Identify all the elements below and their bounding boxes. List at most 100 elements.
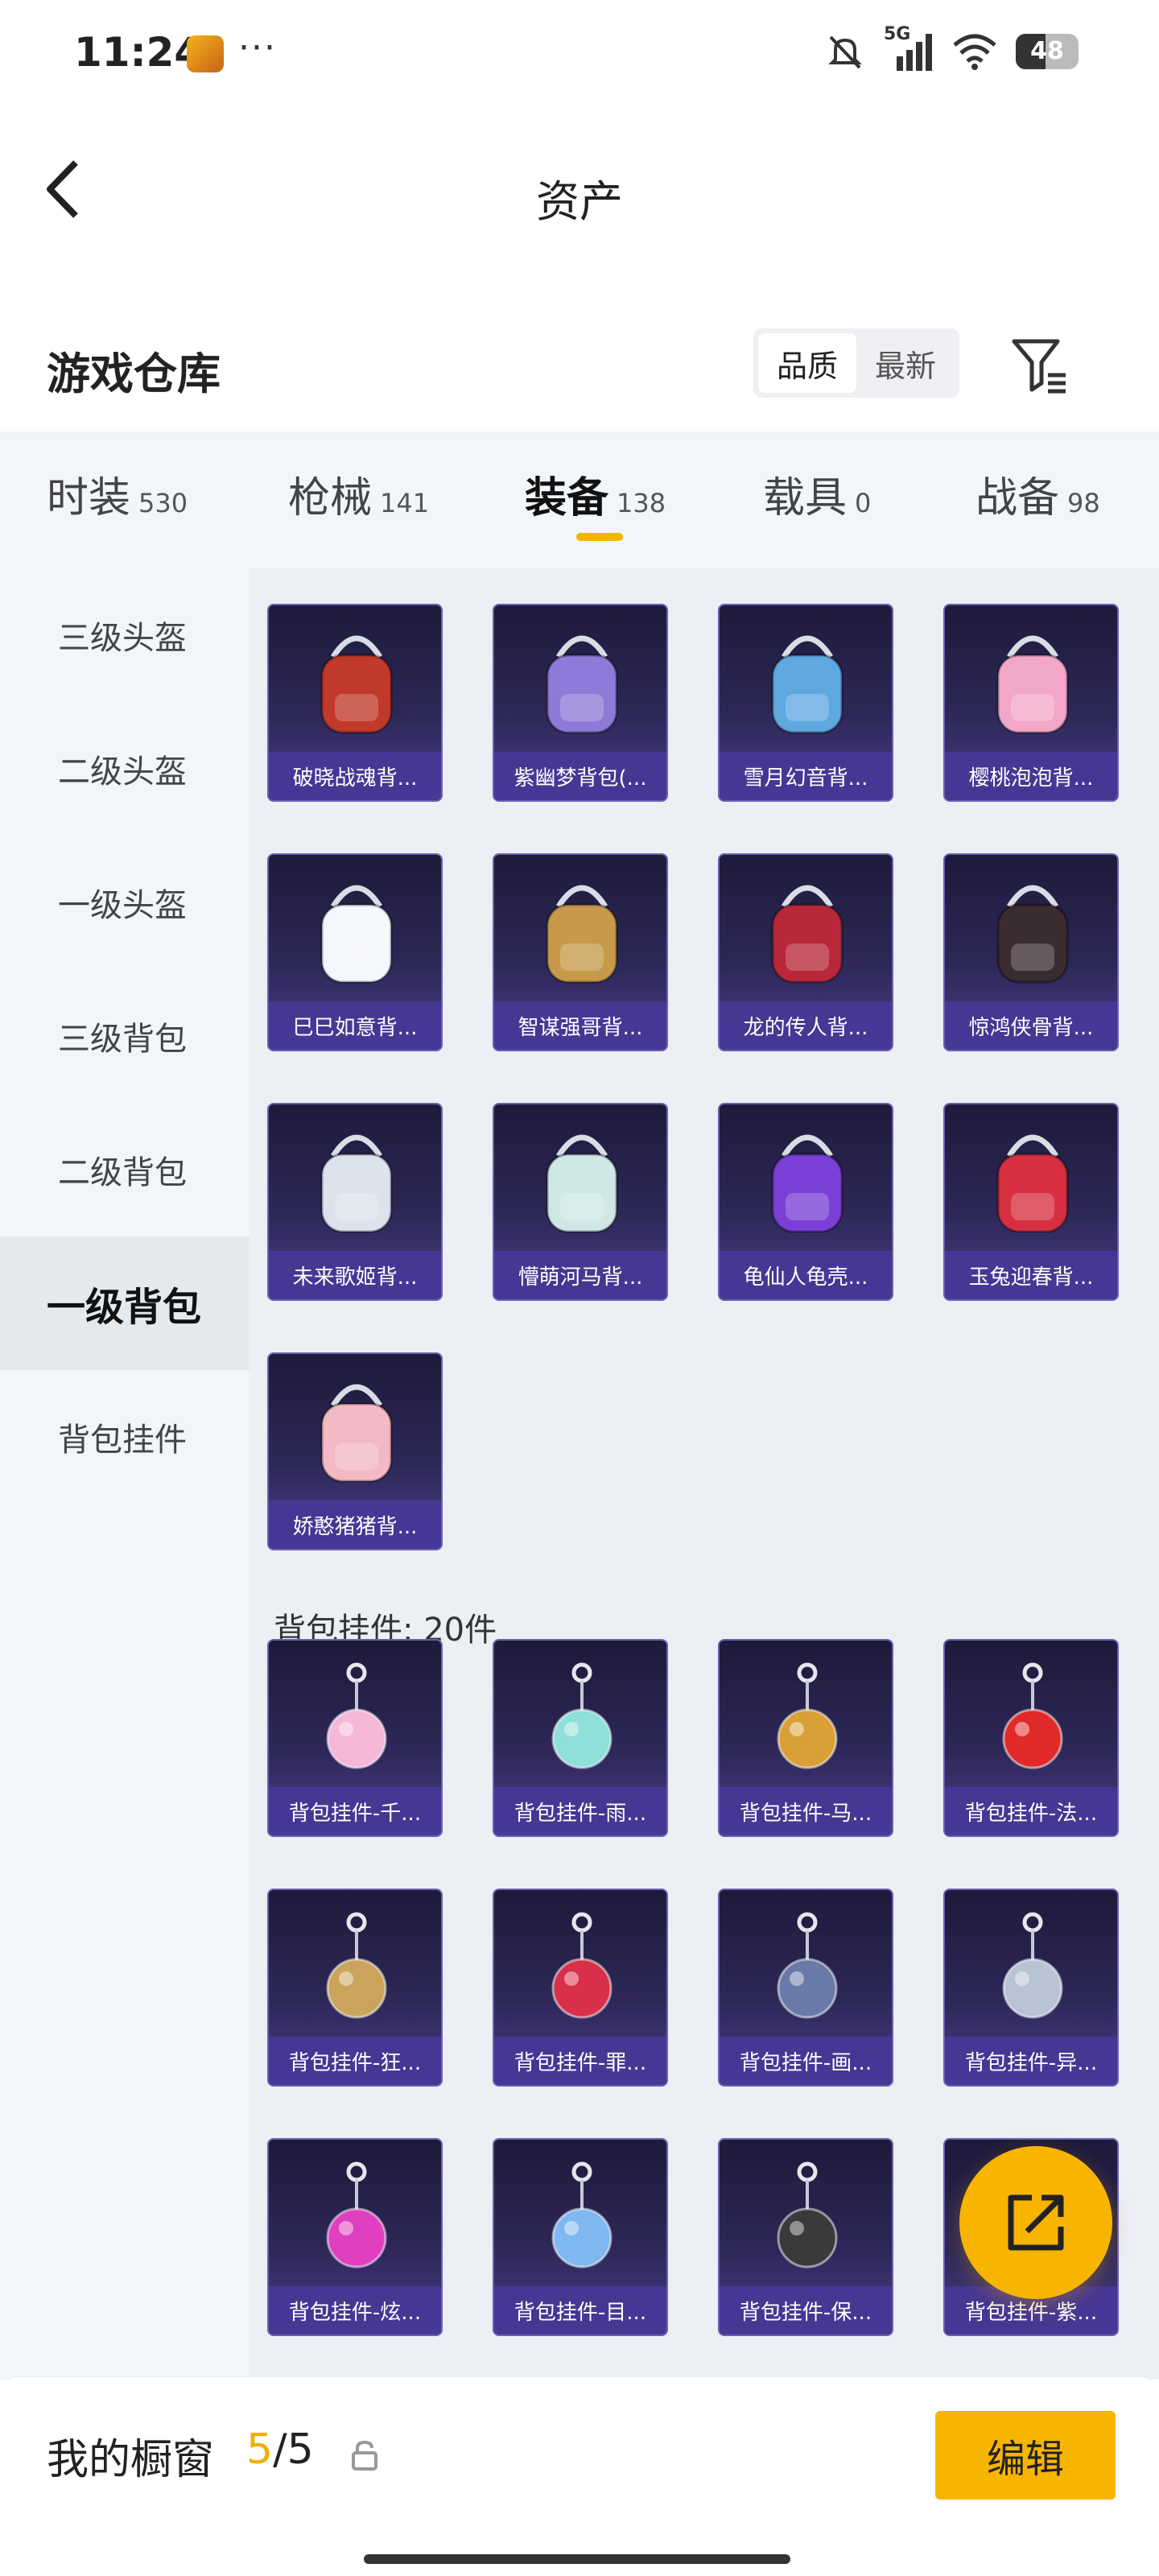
backpack-item-icon xyxy=(996,1134,1069,1233)
charm-card[interactable]: 背包挂件-罪... xyxy=(493,1889,668,2087)
share-button[interactable] xyxy=(959,2146,1112,2299)
status-bar: 11:24 ··· 5G 48 xyxy=(0,0,1159,105)
charm-card[interactable]: 背包挂件-异... xyxy=(943,1889,1119,2087)
item-label: 龙的传人背... xyxy=(720,1001,892,1050)
backpack-item-icon xyxy=(320,1134,393,1233)
item-label: 雪月幻音背... xyxy=(720,752,892,800)
tab-count: 138 xyxy=(617,488,666,518)
backpack-card[interactable]: 智谋强哥背... xyxy=(493,853,668,1051)
backpack-card[interactable]: 破晓战魂背... xyxy=(267,604,443,802)
item-label: 懵萌河马背... xyxy=(494,1251,666,1299)
item-grid: 破晓战魂背... 紫幽梦背包(... 雪月幻音背... 樱桃泡泡背... 巳巳如意背..… xyxy=(250,568,1159,2380)
tab-count: 98 xyxy=(1067,488,1100,518)
backpack-item-icon xyxy=(320,885,393,984)
tab-supplies[interactable]: 战备 98 xyxy=(975,464,1100,524)
sort-toggle: 品质 最新 xyxy=(753,328,959,398)
item-label: 背包挂件-保... xyxy=(720,2286,892,2334)
warehouse-header: 游戏仓库 品质 最新 xyxy=(0,314,1159,419)
filter-button[interactable] xyxy=(1008,333,1072,398)
item-label: 龟仙人龟壳... xyxy=(720,1251,892,1299)
subcategory-sidebar: 三级头盔 二级头盔 一级头盔 三级背包 二级背包 一级背包 背包挂件 xyxy=(0,568,250,2380)
sidebar-item-helmet-lv2[interactable]: 二级头盔 xyxy=(0,702,250,836)
sidebar-item-backpack-lv3[interactable]: 三级背包 xyxy=(0,969,250,1103)
backpack-item-icon xyxy=(771,885,843,984)
item-label: 樱桃泡泡背... xyxy=(945,752,1117,800)
item-label: 背包挂件-炫... xyxy=(269,2286,441,2334)
backpack-item-icon xyxy=(320,1384,393,1483)
tab-label: 装备 xyxy=(525,474,609,522)
item-label: 背包挂件-雨... xyxy=(494,1787,666,1835)
charm-card[interactable]: 背包挂件-狂... xyxy=(267,1889,443,2087)
backpack-card[interactable]: 玉兔迎春背... xyxy=(943,1103,1119,1301)
sort-option-quality[interactable]: 品质 xyxy=(758,333,856,393)
tab-count: 0 xyxy=(855,488,872,518)
item-label: 智谋强哥背... xyxy=(494,1001,666,1050)
charm-card[interactable]: 背包挂件-千... xyxy=(267,1639,443,1837)
mute-icon xyxy=(828,35,862,69)
page-title: 资产 xyxy=(536,176,623,227)
backpack-item-icon xyxy=(546,885,618,984)
showcase-max: 5 xyxy=(287,2425,314,2474)
item-label: 背包挂件-狂... xyxy=(269,2037,441,2085)
sidebar-item-backpack-lv2[interactable]: 二级背包 xyxy=(0,1103,250,1236)
charm-item-icon xyxy=(551,1912,612,2019)
backpack-card[interactable]: 紫幽梦背包(... xyxy=(493,604,668,802)
backpack-card[interactable]: 未来歌姬背... xyxy=(267,1103,443,1301)
tab-label: 枪械 xyxy=(288,474,373,522)
charm-card[interactable]: 背包挂件-画... xyxy=(718,1889,893,2087)
category-tabs: 时装 530 枪械 141 装备 138 载具 0 战备 98 xyxy=(0,431,1159,568)
item-label: 背包挂件-罪... xyxy=(494,2037,666,2085)
charm-card[interactable]: 背包挂件-雨... xyxy=(493,1639,668,1837)
backpack-card[interactable]: 龟仙人龟壳... xyxy=(718,1103,893,1301)
backpack-card[interactable]: 雪月幻音背... xyxy=(718,604,893,802)
sidebar-item-helmet-lv3[interactable]: 三级头盔 xyxy=(0,568,250,702)
charm-item-icon xyxy=(777,1662,838,1769)
sort-option-latest[interactable]: 最新 xyxy=(856,333,955,393)
tab-count: 141 xyxy=(380,488,430,518)
item-label: 背包挂件-法... xyxy=(945,1787,1117,1835)
showcase-bar: 我的橱窗 5/5 编辑 xyxy=(0,2376,1159,2576)
item-label: 巳巳如意背... xyxy=(269,1001,441,1050)
showcase-label: 我的橱窗 xyxy=(47,2436,215,2484)
backpack-card[interactable]: 惊鸿侠骨背... xyxy=(943,853,1119,1051)
tab-vehicles[interactable]: 载具 0 xyxy=(763,464,871,524)
backpack-card[interactable]: 龙的传人背... xyxy=(718,853,893,1051)
item-label: 紫幽梦背包(... xyxy=(494,752,666,800)
charm-card[interactable]: 背包挂件-马... xyxy=(718,1639,893,1837)
charm-card[interactable]: 背包挂件-保... xyxy=(718,2138,893,2336)
backpack-item-icon xyxy=(771,1134,843,1233)
charm-card[interactable]: 背包挂件-法... xyxy=(943,1639,1119,1837)
tab-firearms[interactable]: 枪械 141 xyxy=(288,464,429,524)
item-label: 惊鸿侠骨背... xyxy=(945,1001,1117,1050)
charm-card[interactable]: 背包挂件-炫... xyxy=(267,2138,443,2336)
tab-fashion[interactable]: 时装 530 xyxy=(47,464,188,524)
page-header: 资产 xyxy=(0,121,1159,258)
item-label: 背包挂件-异... xyxy=(945,2037,1117,2085)
active-tab-indicator xyxy=(576,533,623,541)
charm-item-icon xyxy=(326,2161,387,2268)
lock-icon xyxy=(352,2440,377,2471)
item-label: 玉兔迎春背... xyxy=(945,1251,1117,1299)
tab-label: 时装 xyxy=(47,474,131,522)
sidebar-item-backpack-charms[interactable]: 背包挂件 xyxy=(0,1370,250,1504)
charm-item-icon xyxy=(551,2161,612,2268)
tab-label: 战备 xyxy=(975,474,1060,522)
edit-button[interactable]: 编辑 xyxy=(935,2411,1116,2500)
backpack-card[interactable]: 娇憨猪猪背... xyxy=(267,1352,443,1550)
backpack-card[interactable]: 樱桃泡泡背... xyxy=(943,604,1119,802)
charm-item-icon xyxy=(551,1662,612,1769)
backpack-card[interactable]: 懵萌河马背... xyxy=(493,1103,668,1301)
share-icon xyxy=(1008,2194,1064,2251)
signal-icon: 5G xyxy=(884,24,934,72)
item-label: 未来歌姬背... xyxy=(269,1251,441,1299)
backpack-card[interactable]: 巳巳如意背... xyxy=(267,853,443,1051)
item-label: 背包挂件-千... xyxy=(269,1787,441,1835)
charm-item-icon xyxy=(326,1912,387,2019)
showcase-count: 5/5 xyxy=(246,2425,314,2474)
sidebar-item-helmet-lv1[interactable]: 一级头盔 xyxy=(0,836,250,969)
warehouse-title: 游戏仓库 xyxy=(47,349,221,399)
tab-equipment[interactable]: 装备 138 xyxy=(525,464,666,524)
charm-item-icon xyxy=(1002,1662,1063,1769)
sidebar-item-backpack-lv1[interactable]: 一级背包 xyxy=(0,1236,250,1370)
charm-card[interactable]: 背包挂件-目... xyxy=(493,2138,668,2336)
